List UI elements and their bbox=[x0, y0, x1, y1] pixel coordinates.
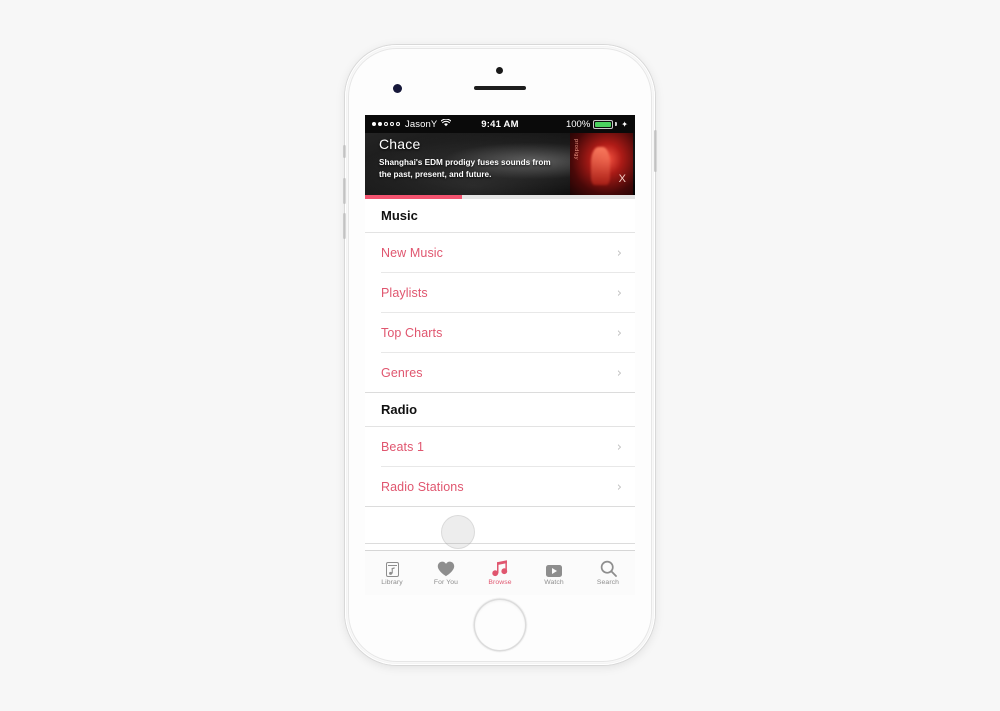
music-note-icon bbox=[491, 560, 509, 577]
phone-screen: JasonY 9:41 AM 100% ✦ Chace Shanghai's E… bbox=[365, 115, 635, 595]
banner-title: Chace bbox=[379, 136, 421, 152]
tab-for-you[interactable]: For You bbox=[419, 551, 473, 595]
battery-cap-icon bbox=[615, 122, 618, 126]
browse-list: Music New Music › Playlists › Top Charts… bbox=[365, 199, 635, 544]
tab-label: Library bbox=[381, 579, 403, 586]
artwork-figure bbox=[591, 146, 611, 186]
proximity-sensor-icon bbox=[393, 84, 402, 93]
mute-switch-button[interactable] bbox=[343, 145, 346, 158]
section-header-radio: Radio bbox=[365, 393, 635, 427]
section-header-music: Music bbox=[365, 199, 635, 233]
list-item-playlists[interactable]: Playlists › bbox=[365, 273, 635, 313]
artwork-side-text: prodigy bbox=[573, 139, 579, 160]
chevron-right-icon: › bbox=[616, 245, 622, 261]
banner-progress-bar[interactable] bbox=[365, 195, 635, 199]
status-bar-right-cluster: 100% ✦ bbox=[566, 119, 628, 130]
chevron-right-icon: › bbox=[616, 285, 622, 301]
artwork-mark: X bbox=[618, 173, 626, 185]
list-item-label: Genres bbox=[381, 366, 423, 380]
earpiece-speaker bbox=[474, 86, 526, 90]
chevron-right-icon: › bbox=[616, 479, 622, 495]
list-item-label: Beats 1 bbox=[381, 440, 425, 454]
heart-icon bbox=[437, 560, 455, 577]
tab-bar: Library For You Browse Watch Search bbox=[365, 550, 635, 595]
library-icon bbox=[385, 560, 399, 577]
iphone-device: JasonY 9:41 AM 100% ✦ Chace Shanghai's E… bbox=[343, 45, 657, 665]
tab-watch[interactable]: Watch bbox=[527, 551, 581, 595]
tab-browse[interactable]: Browse bbox=[473, 551, 527, 595]
list-item-label: Radio Stations bbox=[381, 480, 464, 494]
list-item-label: Playlists bbox=[381, 286, 428, 300]
chevron-right-icon: › bbox=[616, 325, 622, 341]
list-item-radio-stations[interactable]: Radio Stations › bbox=[365, 467, 635, 507]
list-item-genres[interactable]: Genres › bbox=[365, 353, 635, 393]
section-header-label: Music bbox=[381, 208, 418, 223]
tab-label: Search bbox=[596, 579, 620, 586]
list-item-label: New Music bbox=[381, 246, 444, 260]
tap-indicator bbox=[441, 515, 475, 549]
front-camera-icon bbox=[496, 67, 503, 74]
list-bottom-spacer bbox=[365, 507, 635, 544]
volume-up-button[interactable] bbox=[343, 178, 346, 204]
video-play-icon bbox=[546, 560, 562, 577]
tab-search[interactable]: Search bbox=[581, 551, 635, 595]
banner-progress-fill bbox=[365, 195, 463, 199]
list-item-top-charts[interactable]: Top Charts › bbox=[365, 313, 635, 353]
list-item-beats-1[interactable]: Beats 1 › bbox=[365, 427, 635, 467]
list-item-new-music[interactable]: New Music › bbox=[365, 233, 635, 273]
featured-banner[interactable]: Chace Shanghai's EDM prodigy fuses sound… bbox=[365, 133, 635, 195]
volume-down-button[interactable] bbox=[343, 213, 346, 239]
banner-text-block: Chace Shanghai's EDM prodigy fuses sound… bbox=[379, 135, 563, 180]
home-button[interactable] bbox=[475, 600, 525, 650]
charging-bolt-icon: ✦ bbox=[621, 119, 628, 129]
battery-icon bbox=[593, 119, 614, 129]
power-button[interactable] bbox=[654, 130, 657, 172]
album-artwork[interactable]: prodigy X bbox=[570, 133, 633, 195]
tab-label: Browse bbox=[488, 579, 512, 586]
banner-subtitle: Shanghai's EDM prodigy fuses sounds from… bbox=[379, 158, 551, 179]
tab-library[interactable]: Library bbox=[365, 551, 419, 595]
tab-label: For You bbox=[433, 579, 459, 586]
section-header-label: Radio bbox=[381, 402, 418, 417]
tab-label: Watch bbox=[544, 579, 564, 586]
chevron-right-icon: › bbox=[616, 439, 622, 455]
battery-percentage: 100% bbox=[565, 118, 591, 130]
search-icon bbox=[600, 560, 617, 577]
chevron-right-icon: › bbox=[616, 365, 622, 381]
status-bar: JasonY 9:41 AM 100% ✦ bbox=[365, 115, 635, 133]
list-item-label: Top Charts bbox=[381, 326, 443, 340]
